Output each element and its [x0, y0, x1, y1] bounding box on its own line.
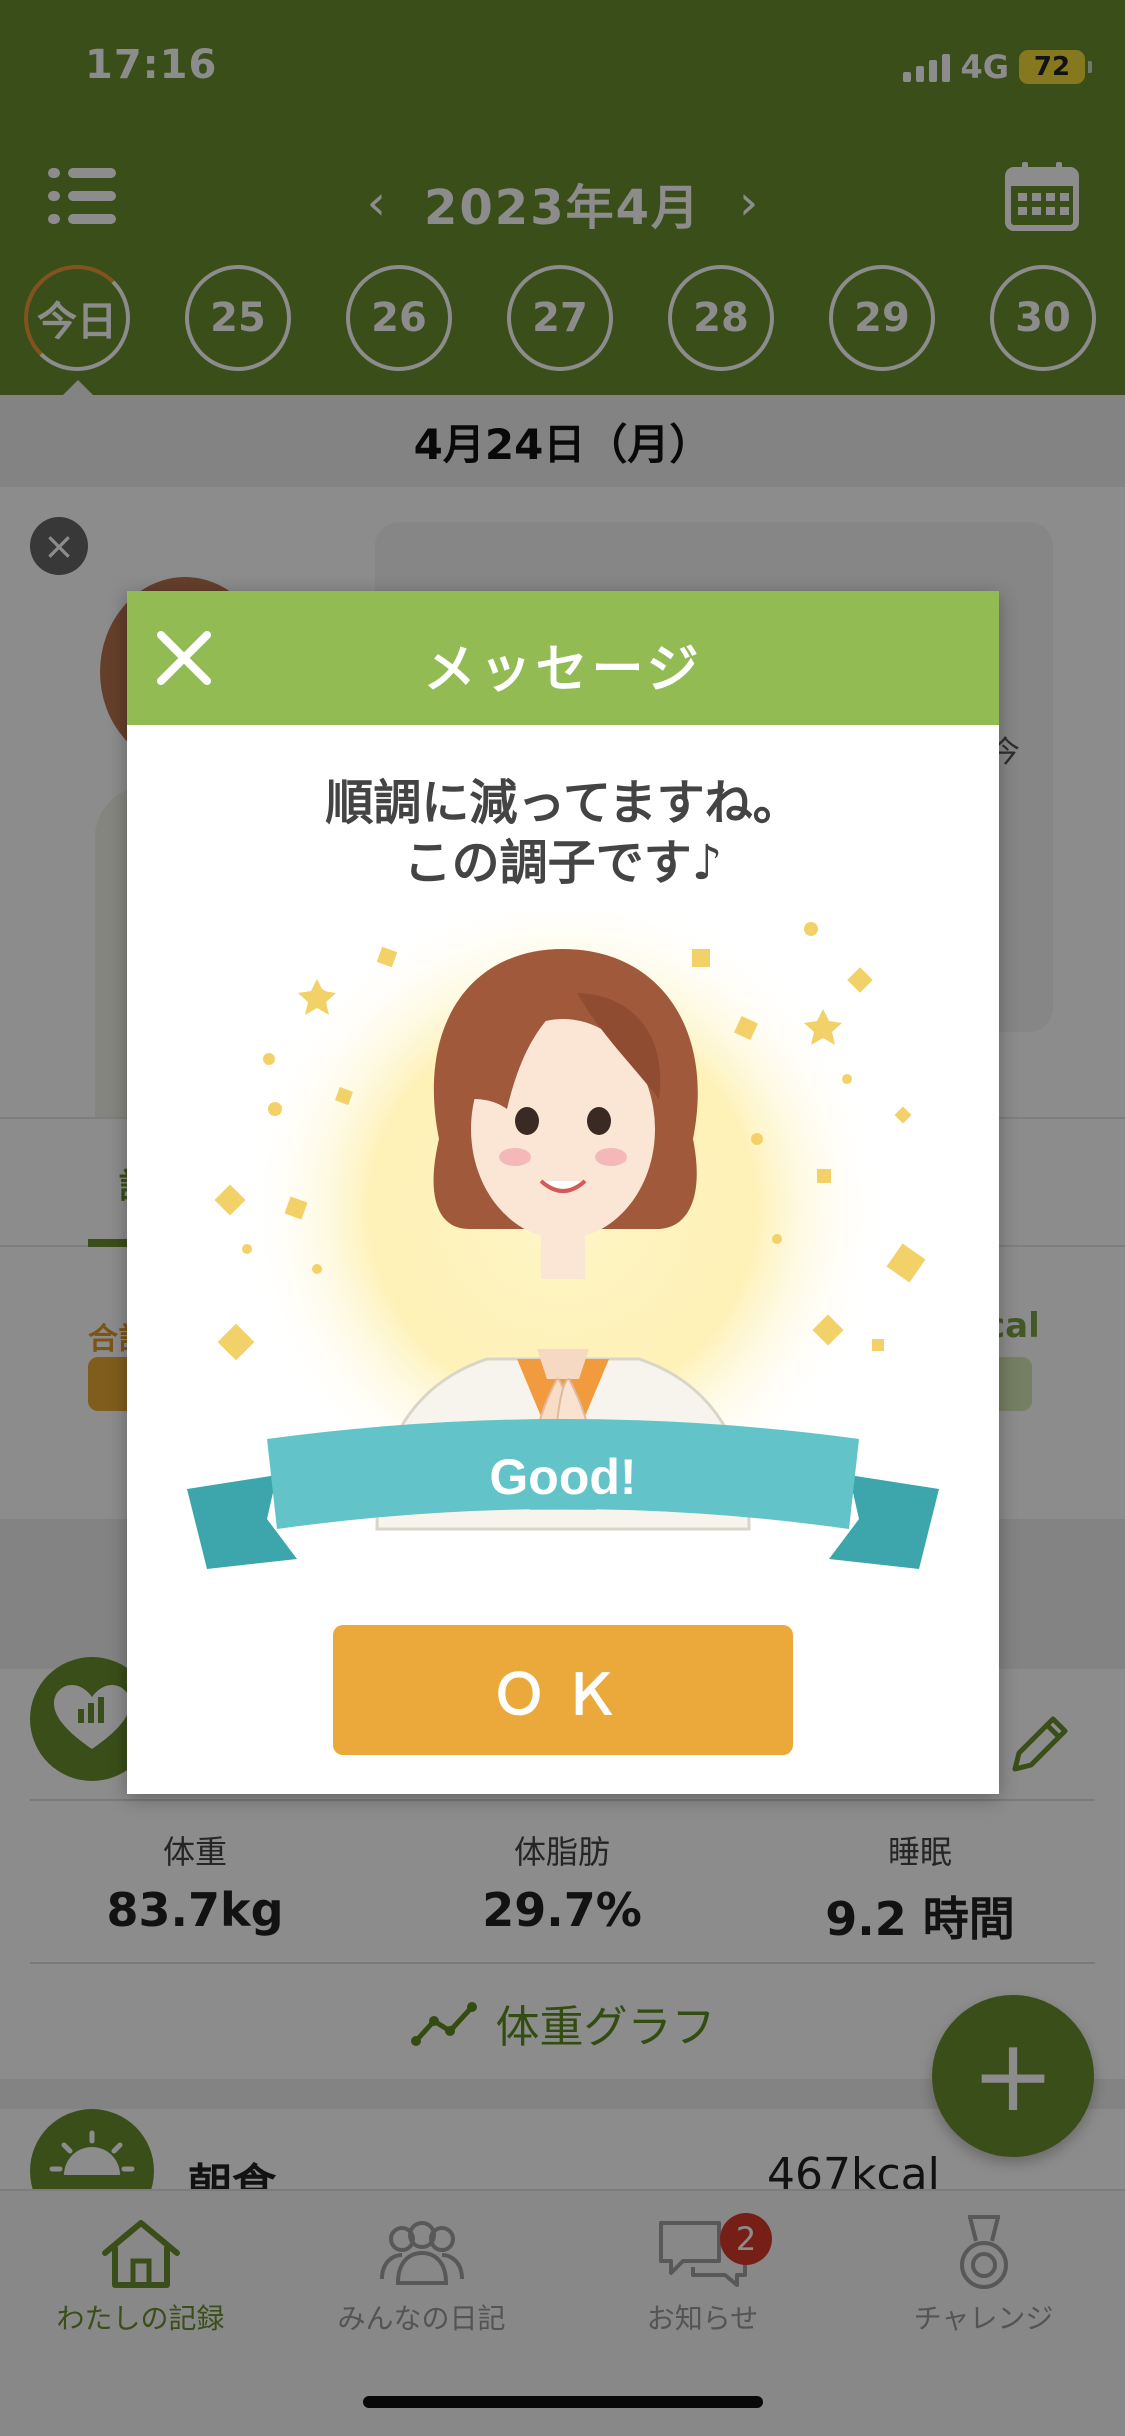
- dialog-header: メッセージ: [127, 591, 999, 725]
- dialog-message: 順調に減ってますね。 この調子です♪: [127, 773, 999, 893]
- message-dialog: メッセージ 順調に減ってますね。 この調子です♪ Good! ＯＫ: [127, 591, 999, 1794]
- cheering-advisor-illustration: Good!: [187, 909, 939, 1569]
- ok-button[interactable]: ＯＫ: [333, 1625, 793, 1755]
- dialog-title: メッセージ: [423, 640, 703, 700]
- banner-good-text: Good!: [489, 1449, 636, 1505]
- dialog-message-line2: この調子です♪: [403, 835, 723, 891]
- dialog-message-line1: 順調に減ってますね。: [325, 775, 801, 831]
